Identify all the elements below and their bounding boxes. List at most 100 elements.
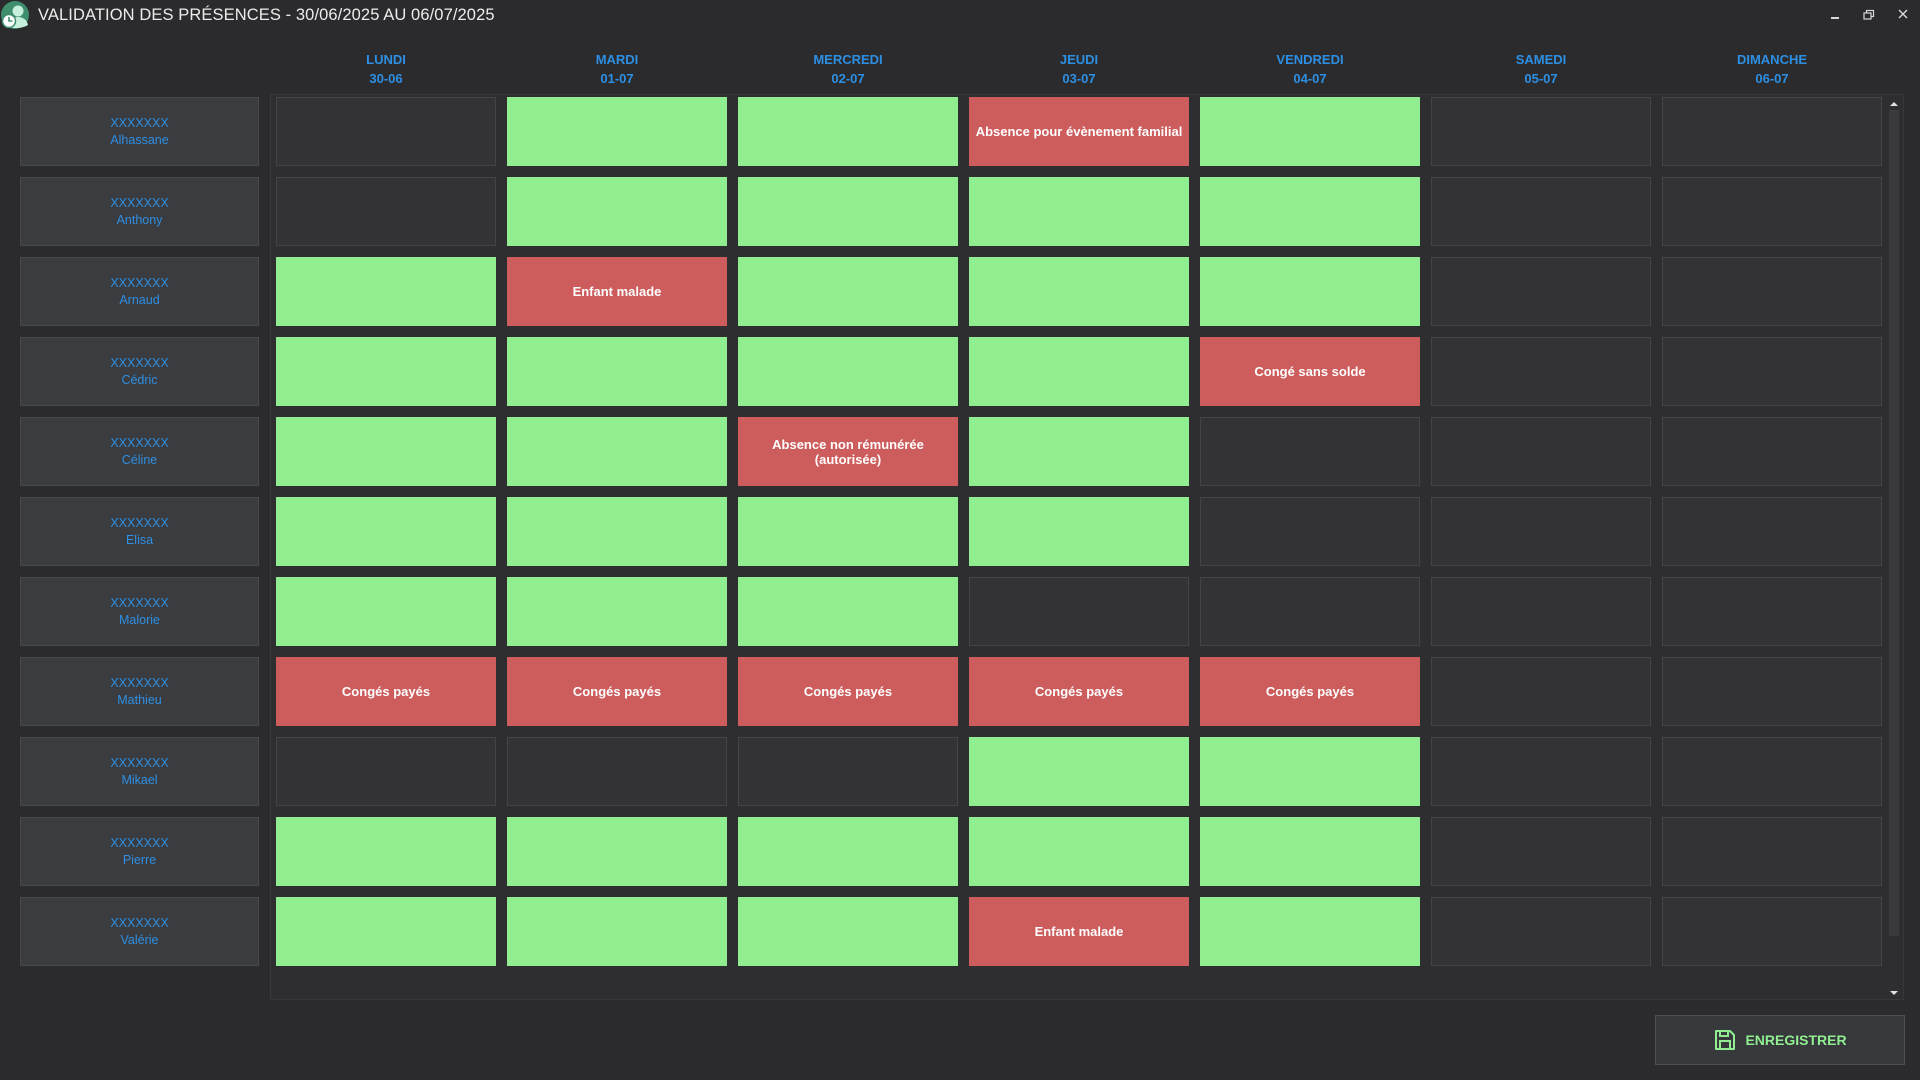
attendance-cell-present[interactable] — [507, 897, 727, 966]
attendance-cell-empty[interactable] — [1662, 417, 1882, 486]
attendance-cell-empty[interactable] — [1431, 897, 1651, 966]
attendance-cell-present[interactable] — [969, 737, 1189, 806]
attendance-cell-empty[interactable] — [1662, 177, 1882, 246]
attendance-cell-present[interactable] — [507, 577, 727, 646]
attendance-cell-present[interactable] — [738, 577, 958, 646]
employee-row-header[interactable]: XXXXXXX Mikael — [20, 737, 259, 806]
attendance-cell-present[interactable] — [507, 817, 727, 886]
employee-row-header[interactable]: XXXXXXX Elisa — [20, 497, 259, 566]
attendance-cell-present[interactable] — [969, 497, 1189, 566]
attendance-cell-empty[interactable] — [1431, 657, 1651, 726]
employee-row-header[interactable]: XXXXXXX Anthony — [20, 177, 259, 246]
attendance-cell-present[interactable] — [507, 497, 727, 566]
employee-firstname: Malorie — [119, 612, 160, 627]
attendance-cell-present[interactable] — [738, 177, 958, 246]
attendance-cell-present[interactable] — [1200, 257, 1420, 326]
save-button[interactable]: ENREGISTRER — [1655, 1015, 1905, 1065]
attendance-cell-present[interactable] — [969, 177, 1189, 246]
minimize-button[interactable] — [1824, 5, 1846, 25]
attendance-cell-absent[interactable]: Congés payés — [738, 657, 958, 726]
scroll-up-button[interactable] — [1887, 96, 1901, 106]
attendance-cell-empty[interactable] — [1200, 497, 1420, 566]
attendance-cell-absent[interactable]: Congés payés — [1200, 657, 1420, 726]
attendance-cell-present[interactable] — [507, 337, 727, 406]
attendance-cell-empty[interactable] — [276, 737, 496, 806]
window-title: VALIDATION DES PRÉSENCES - 30/06/2025 AU… — [38, 6, 495, 24]
attendance-cell-absent[interactable]: Absence pour évènement familial — [969, 97, 1189, 166]
attendance-cell-present[interactable] — [276, 417, 496, 486]
attendance-cell-empty[interactable] — [969, 577, 1189, 646]
day-name: MARDI — [595, 52, 639, 67]
attendance-cell-present[interactable] — [1200, 817, 1420, 886]
close-button[interactable] — [1892, 5, 1914, 25]
attendance-cell-present[interactable] — [276, 897, 496, 966]
attendance-cell-empty[interactable] — [1431, 337, 1651, 406]
employee-row-header[interactable]: XXXXXXX Arnaud — [20, 257, 259, 326]
attendance-cell-present[interactable] — [969, 817, 1189, 886]
attendance-cell-empty[interactable] — [507, 737, 727, 806]
attendance-cell-empty[interactable] — [1662, 497, 1882, 566]
attendance-cell-absent[interactable]: Congés payés — [507, 657, 727, 726]
attendance-cell-absent[interactable]: Congés payés — [969, 657, 1189, 726]
scrollbar-thumb[interactable] — [1889, 110, 1899, 936]
attendance-cell-present[interactable] — [969, 417, 1189, 486]
attendance-cell-present[interactable] — [738, 897, 958, 966]
attendance-cell-absent[interactable]: Congé sans solde — [1200, 337, 1420, 406]
attendance-cell-present[interactable] — [1200, 177, 1420, 246]
attendance-cell-absent[interactable]: Congés payés — [276, 657, 496, 726]
attendance-cell-present[interactable] — [738, 257, 958, 326]
attendance-cell-empty[interactable] — [1662, 337, 1882, 406]
attendance-cell-empty[interactable] — [1431, 417, 1651, 486]
attendance-cell-empty[interactable] — [1662, 737, 1882, 806]
attendance-cell-empty[interactable] — [1200, 577, 1420, 646]
attendance-cell-empty[interactable] — [1662, 577, 1882, 646]
attendance-cell-present[interactable] — [276, 577, 496, 646]
attendance-cell-empty[interactable] — [1431, 737, 1651, 806]
attendance-cell-present[interactable] — [1200, 897, 1420, 966]
attendance-cell-empty[interactable] — [1662, 817, 1882, 886]
employee-firstname: Valérie — [120, 932, 159, 947]
attendance-cell-empty[interactable] — [1431, 97, 1651, 166]
attendance-cell-absent[interactable]: Enfant malade — [969, 897, 1189, 966]
attendance-cell-present[interactable] — [969, 337, 1189, 406]
attendance-cell-present[interactable] — [738, 337, 958, 406]
attendance-cell-empty[interactable] — [276, 177, 496, 246]
attendance-cell-present[interactable] — [969, 257, 1189, 326]
employee-row-header[interactable]: XXXXXXX Cédric — [20, 337, 259, 406]
attendance-cell-present[interactable] — [507, 97, 727, 166]
attendance-cell-empty[interactable] — [1662, 897, 1882, 966]
attendance-cell-empty[interactable] — [276, 97, 496, 166]
attendance-cell-empty[interactable] — [1662, 257, 1882, 326]
attendance-cell-empty[interactable] — [1662, 657, 1882, 726]
attendance-cell-empty[interactable] — [1200, 417, 1420, 486]
employee-row-header[interactable]: XXXXXXX Céline — [20, 417, 259, 486]
restore-button[interactable] — [1858, 5, 1880, 25]
attendance-cell-absent[interactable]: Absence non rémunérée (autorisée) — [738, 417, 958, 486]
scroll-down-button[interactable] — [1887, 985, 1901, 995]
attendance-cell-present[interactable] — [738, 97, 958, 166]
attendance-cell-empty[interactable] — [738, 737, 958, 806]
attendance-cell-present[interactable] — [507, 417, 727, 486]
attendance-cell-empty[interactable] — [1431, 497, 1651, 566]
attendance-cell-present[interactable] — [276, 497, 496, 566]
attendance-cell-absent[interactable]: Enfant malade — [507, 257, 727, 326]
attendance-cell-empty[interactable] — [1431, 817, 1651, 886]
attendance-cell-present[interactable] — [276, 337, 496, 406]
attendance-cell-present[interactable] — [738, 817, 958, 886]
attendance-cell-present[interactable] — [276, 817, 496, 886]
attendance-cell-present[interactable] — [1200, 737, 1420, 806]
employee-row-header[interactable]: XXXXXXX Pierre — [20, 817, 259, 886]
attendance-cell-empty[interactable] — [1662, 97, 1882, 166]
employee-row-header[interactable]: XXXXXXX Alhassane — [20, 97, 259, 166]
attendance-cell-present[interactable] — [1200, 97, 1420, 166]
attendance-cell-present[interactable] — [738, 497, 958, 566]
attendance-cell-empty[interactable] — [1431, 257, 1651, 326]
attendance-cell-present[interactable] — [276, 257, 496, 326]
attendance-cell-present[interactable] — [507, 177, 727, 246]
attendance-cell-empty[interactable] — [1431, 577, 1651, 646]
save-button-label: ENREGISTRER — [1745, 1032, 1847, 1048]
employee-row-header[interactable]: XXXXXXX Mathieu — [20, 657, 259, 726]
employee-row-header[interactable]: XXXXXXX Malorie — [20, 577, 259, 646]
attendance-cell-empty[interactable] — [1431, 177, 1651, 246]
employee-row-header[interactable]: XXXXXXX Valérie — [20, 897, 259, 966]
